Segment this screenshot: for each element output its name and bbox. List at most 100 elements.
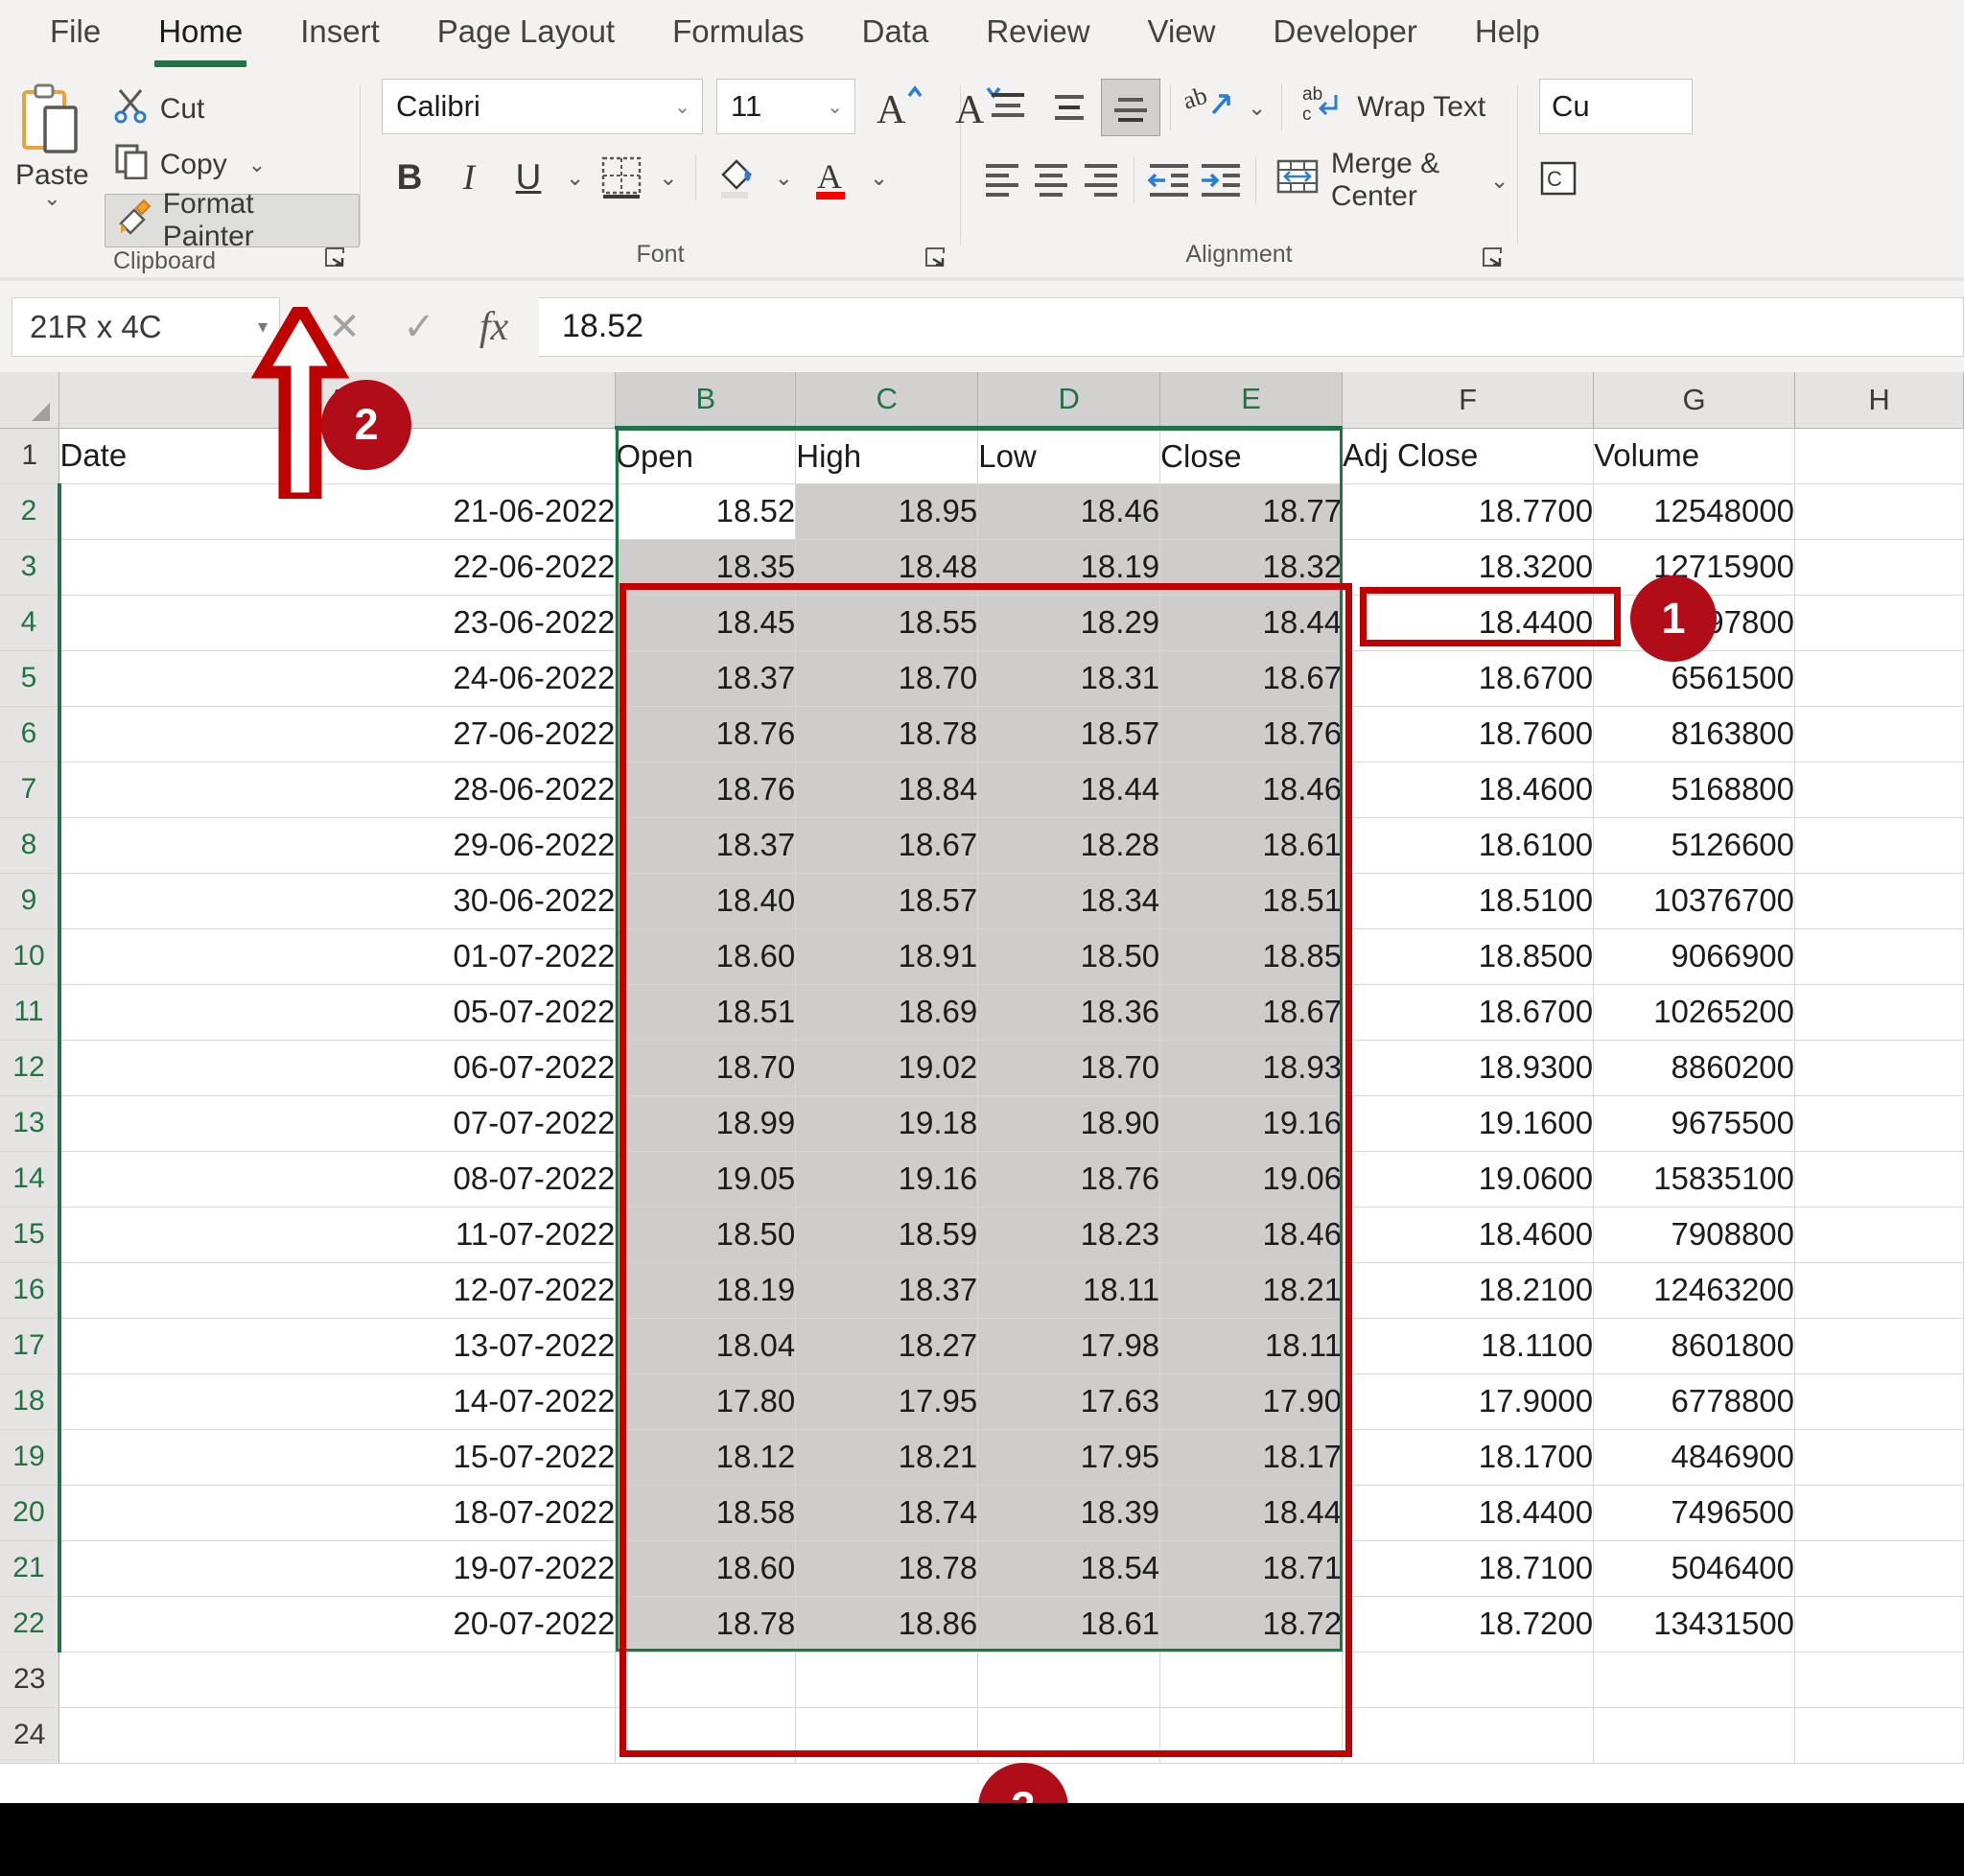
cell-b1[interactable]: Open [615, 428, 797, 484]
cell-a2[interactable]: 21-06-2022 [58, 483, 617, 540]
cell-d23[interactable] [977, 1652, 1161, 1708]
accounting-format-button[interactable]: C [1539, 150, 1693, 207]
cell-d1[interactable]: Low [977, 428, 1161, 484]
cell-e10[interactable]: 18.85 [1159, 928, 1344, 985]
cell-d20[interactable]: 18.39 [977, 1485, 1161, 1541]
cell-a8[interactable]: 29-06-2022 [58, 817, 617, 874]
cell-c13[interactable]: 19.18 [795, 1095, 979, 1152]
cell-c19[interactable]: 18.21 [795, 1429, 979, 1486]
column-header-e[interactable]: E [1159, 372, 1344, 430]
enter-formula-button[interactable]: ✓ [382, 297, 456, 357]
cell-d19[interactable]: 17.95 [977, 1429, 1161, 1486]
cell-f13[interactable]: 19.1600 [1342, 1095, 1595, 1152]
row-header[interactable]: 13 [0, 1095, 61, 1152]
cell-a7[interactable]: 28-06-2022 [58, 762, 617, 818]
cell-b2[interactable]: 18.52 [615, 483, 797, 540]
cell-h1[interactable] [1794, 428, 1964, 484]
cell-h18[interactable] [1794, 1373, 1964, 1430]
cell-d24[interactable] [977, 1707, 1161, 1764]
cell-f11[interactable]: 18.6700 [1342, 984, 1595, 1041]
cell-c20[interactable]: 18.74 [795, 1485, 979, 1541]
cell-d11[interactable]: 18.36 [977, 984, 1161, 1041]
cell-d21[interactable]: 18.54 [977, 1540, 1161, 1597]
cell-a4[interactable]: 23-06-2022 [58, 595, 617, 651]
decrease-indent-button[interactable] [1144, 152, 1194, 209]
cell-e22[interactable]: 18.72 [1159, 1596, 1344, 1653]
cell-d3[interactable]: 18.19 [977, 539, 1161, 596]
cell-b21[interactable]: 18.60 [615, 1540, 797, 1597]
row-header[interactable]: 21 [0, 1540, 61, 1597]
cell-e21[interactable]: 18.71 [1159, 1540, 1344, 1597]
align-middle-button[interactable] [1040, 79, 1099, 136]
cell-c10[interactable]: 18.91 [795, 928, 979, 985]
cell-c1[interactable]: High [795, 428, 979, 484]
cell-e18[interactable]: 17.90 [1159, 1373, 1344, 1430]
tab-developer[interactable]: Developer [1244, 10, 1445, 61]
cell-f21[interactable]: 18.7100 [1342, 1540, 1595, 1597]
cell-h20[interactable] [1794, 1485, 1964, 1541]
cell-d22[interactable]: 18.61 [977, 1596, 1161, 1653]
font-size-select[interactable]: 11 ⌄ [716, 79, 855, 134]
cell-e23[interactable] [1159, 1652, 1344, 1708]
column-header-b[interactable]: B [615, 372, 797, 430]
cell-b15[interactable]: 18.50 [615, 1207, 797, 1263]
number-format-select[interactable]: Cu [1539, 79, 1693, 134]
cell-e15[interactable]: 18.46 [1159, 1207, 1344, 1263]
row-header[interactable]: 22 [0, 1596, 61, 1653]
tab-formulas[interactable]: Formulas [643, 10, 833, 61]
fill-color-button[interactable] [708, 150, 765, 205]
cell-b4[interactable]: 18.45 [615, 595, 797, 651]
cell-e8[interactable]: 18.61 [1159, 817, 1344, 874]
cell-d4[interactable]: 18.29 [977, 595, 1161, 651]
cell-a13[interactable]: 07-07-2022 [58, 1095, 617, 1152]
clipboard-dialog-launcher-icon[interactable] [323, 246, 346, 269]
row-header[interactable]: 7 [0, 762, 61, 818]
cell-e14[interactable]: 19.06 [1159, 1151, 1344, 1208]
cell-b3[interactable]: 18.35 [615, 539, 797, 596]
italic-button[interactable]: I [441, 150, 497, 205]
cell-g2[interactable]: 12548000 [1593, 483, 1796, 540]
cell-h19[interactable] [1794, 1429, 1964, 1486]
cell-f6[interactable]: 18.7600 [1342, 706, 1595, 762]
cell-b5[interactable]: 18.37 [615, 650, 797, 707]
cell-f23[interactable] [1342, 1652, 1595, 1708]
cell-e1[interactable]: Close [1159, 428, 1344, 484]
row-header[interactable]: 12 [0, 1040, 61, 1096]
cell-h6[interactable] [1794, 706, 1964, 762]
cell-f4[interactable]: 18.4400 [1342, 595, 1595, 651]
column-header-f[interactable]: F [1342, 372, 1595, 429]
cell-e3[interactable]: 18.32 [1159, 539, 1344, 596]
orientation-button[interactable]: ab [1181, 79, 1240, 136]
copy-button[interactable]: Copy ⌄ [105, 138, 360, 192]
cell-d9[interactable]: 18.34 [977, 873, 1161, 929]
row-header[interactable]: 15 [0, 1207, 61, 1263]
cell-b19[interactable]: 18.12 [615, 1429, 797, 1486]
row-header[interactable]: 14 [0, 1151, 61, 1208]
cell-f1[interactable]: Adj Close [1342, 428, 1595, 484]
cell-e11[interactable]: 18.67 [1159, 984, 1344, 1041]
row-header[interactable]: 2 [0, 483, 61, 540]
cell-g21[interactable]: 5046400 [1593, 1540, 1796, 1597]
tab-data[interactable]: Data [833, 10, 958, 61]
cell-e20[interactable]: 18.44 [1159, 1485, 1344, 1541]
cell-d12[interactable]: 18.70 [977, 1040, 1161, 1096]
cell-h10[interactable] [1794, 928, 1964, 985]
row-header[interactable]: 16 [0, 1262, 61, 1319]
column-header-d[interactable]: D [977, 372, 1161, 430]
cell-g17[interactable]: 8601800 [1593, 1318, 1796, 1374]
cell-e13[interactable]: 19.16 [1159, 1095, 1344, 1152]
cell-f22[interactable]: 18.7200 [1342, 1596, 1595, 1653]
cell-f5[interactable]: 18.6700 [1342, 650, 1595, 707]
cell-h14[interactable] [1794, 1151, 1964, 1208]
cell-g23[interactable] [1593, 1652, 1796, 1708]
cell-d17[interactable]: 17.98 [977, 1318, 1161, 1374]
row-header[interactable]: 19 [0, 1429, 61, 1486]
cell-a17[interactable]: 13-07-2022 [58, 1318, 617, 1374]
align-center-button[interactable] [1027, 152, 1074, 209]
cell-h13[interactable] [1794, 1095, 1964, 1152]
tab-review[interactable]: Review [957, 10, 1118, 61]
select-all-corner[interactable] [0, 372, 60, 429]
insert-function-button[interactable]: fx [456, 297, 531, 357]
cell-e19[interactable]: 18.17 [1159, 1429, 1344, 1486]
cell-d8[interactable]: 18.28 [977, 817, 1161, 874]
